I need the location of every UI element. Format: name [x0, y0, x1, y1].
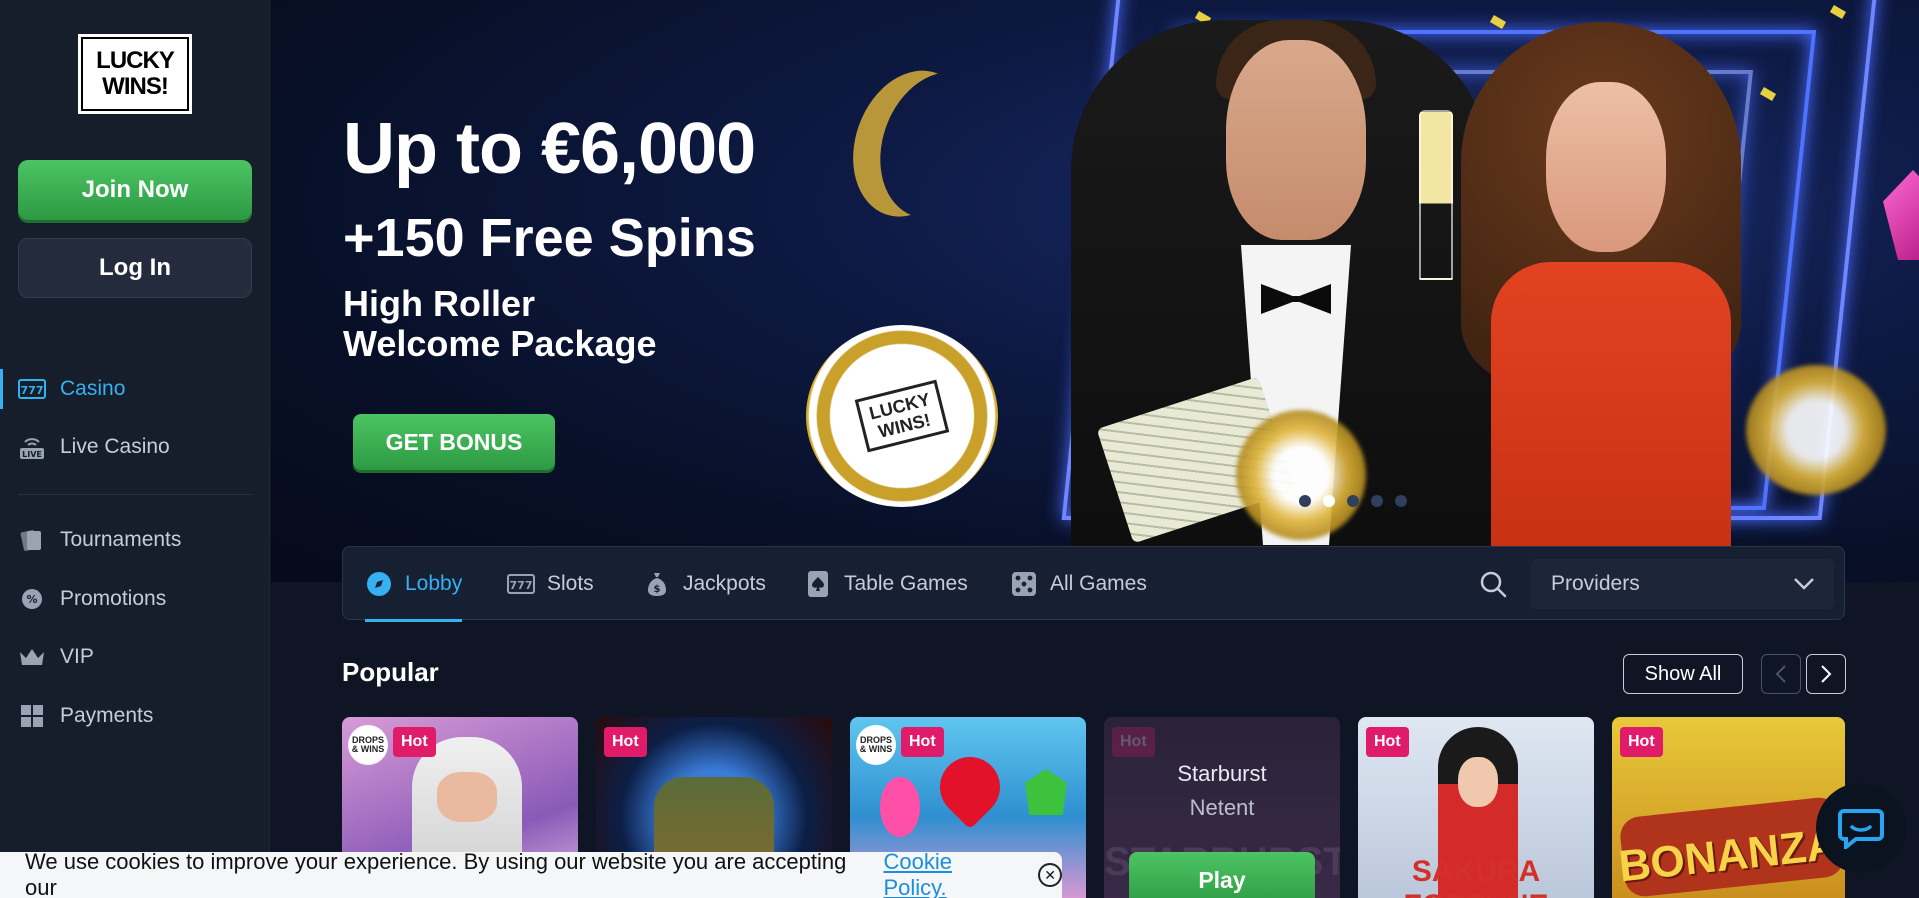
- section-title-popular: Popular: [342, 657, 439, 687]
- carousel-dot[interactable]: [1371, 495, 1383, 507]
- game-card[interactable]: BONANZA Hot: [1612, 717, 1845, 898]
- hero-banner[interactable]: LUCKY WINS! Up to €6,000 +150 Free Spins…: [271, 0, 1919, 582]
- carousel-dot[interactable]: [1395, 495, 1407, 507]
- tab-slots[interactable]: 777 Slots: [507, 547, 594, 621]
- chip-blur: [1236, 410, 1366, 540]
- champagne-glass: [1419, 110, 1453, 280]
- game-art: [927, 744, 1013, 830]
- sidebar-item-label: VIP: [60, 645, 94, 668]
- sidebar-item-label: Promotions: [60, 587, 167, 610]
- providers-dropdown[interactable]: Providers: [1531, 559, 1834, 609]
- search-button[interactable]: [1476, 567, 1510, 601]
- sidebar-item-label: Casino: [60, 377, 126, 400]
- sidebar-item-casino[interactable]: 777 Casino: [0, 363, 270, 415]
- carousel-dots: [1299, 495, 1407, 507]
- dice-icon: [1010, 571, 1038, 597]
- svg-text:777: 777: [510, 579, 533, 592]
- svg-text:777: 777: [21, 384, 44, 397]
- brand-logo[interactable]: LUCKY WINS!: [78, 34, 192, 114]
- sidebar-item-vip[interactable]: VIP: [0, 631, 270, 683]
- logo-line2: WINS!: [102, 73, 169, 100]
- chevron-left-icon: [1775, 665, 1786, 683]
- tab-all-games[interactable]: All Games: [1010, 547, 1147, 621]
- slot-777-icon: 777: [18, 377, 46, 401]
- play-button[interactable]: Play: [1129, 852, 1315, 898]
- hot-badge: Hot: [393, 727, 436, 757]
- game-card-starburst[interactable]: STARBURST Hot Starburst Netent Play: [1104, 717, 1340, 898]
- hero-title: Up to €6,000: [343, 109, 756, 189]
- log-in-button[interactable]: Log In: [18, 238, 252, 298]
- slot-777-icon: 777: [507, 571, 535, 597]
- sidebar-item-label: Tournaments: [60, 528, 182, 551]
- hero-description: High Roller Welcome Package: [343, 283, 657, 364]
- hot-badge: Hot: [1112, 727, 1155, 757]
- sidebar-item-label: Live Casino: [60, 435, 170, 458]
- sidebar-item-label: Payments: [60, 704, 154, 727]
- svg-text:$: $: [654, 584, 661, 595]
- hot-badge: Hot: [604, 727, 647, 757]
- sidebar-item-promotions[interactable]: % Promotions: [0, 573, 270, 625]
- money-bag-icon: $: [643, 571, 671, 597]
- category-tabs: Lobby 777 Slots $ Jackpots Table Games A…: [342, 546, 1845, 622]
- grid-icon: [18, 704, 46, 728]
- logo-line1: LUCKY: [96, 47, 175, 74]
- card-spade-icon: [804, 571, 832, 597]
- cookie-policy-link[interactable]: Cookie Policy.: [883, 849, 1020, 898]
- game-provider: Netent: [1189, 795, 1255, 820]
- carousel-prev-button[interactable]: [1761, 654, 1801, 694]
- close-icon[interactable]: ✕: [1038, 863, 1062, 887]
- carousel-dot-active[interactable]: [1323, 495, 1335, 507]
- compass-icon: [365, 571, 393, 597]
- cookie-banner: We use cookies to improve your experienc…: [0, 849, 1062, 898]
- hot-badge: Hot: [901, 727, 944, 757]
- carousel-dot[interactable]: [1299, 495, 1311, 507]
- moon-decoration: [861, 56, 1016, 235]
- svg-text:%: %: [26, 593, 37, 606]
- gear-badge-icon: %: [18, 587, 46, 611]
- svg-text:LIVE: LIVE: [22, 450, 42, 459]
- woman-figure: [1461, 22, 1821, 582]
- game-title: Starburst: [1177, 761, 1267, 786]
- hero-subtitle: +150 Free Spins: [343, 208, 756, 268]
- carousel-dot[interactable]: [1347, 495, 1359, 507]
- cards-icon: [18, 528, 46, 552]
- drops-wins-badge: DROPS & WINS: [348, 725, 388, 765]
- carousel-next-button[interactable]: [1806, 654, 1846, 694]
- hot-badge: Hot: [1620, 727, 1663, 757]
- live-icon: LIVE: [18, 435, 46, 459]
- drops-wins-badge: DROPS & WINS: [856, 725, 896, 765]
- chevron-down-icon: [1794, 578, 1814, 590]
- chip-blur: [1746, 365, 1886, 495]
- chat-bubble-icon: [1838, 809, 1884, 849]
- man-face: [1226, 40, 1366, 240]
- sidebar-item-tournaments[interactable]: Tournaments: [0, 514, 270, 566]
- chevron-right-icon: [1821, 665, 1832, 683]
- live-chat-button[interactable]: [1816, 783, 1906, 873]
- lucky-wins-chip: LUCKY WINS!: [806, 325, 998, 507]
- tab-jackpots[interactable]: $ Jackpots: [643, 547, 766, 621]
- tab-table-games[interactable]: Table Games: [804, 547, 968, 621]
- game-card[interactable]: SAKURA FORTUNE Hot: [1358, 717, 1594, 898]
- search-icon: [1480, 571, 1507, 598]
- sidebar-item-payments[interactable]: Payments: [0, 690, 270, 742]
- cookie-text: We use cookies to improve your experienc…: [25, 849, 847, 898]
- hot-badge: Hot: [1366, 727, 1409, 757]
- sidebar-item-live-casino[interactable]: LIVE Live Casino: [0, 421, 270, 473]
- sidebar-divider: [18, 494, 252, 495]
- get-bonus-button[interactable]: GET BONUS: [353, 414, 555, 470]
- gem-decoration: [1883, 170, 1919, 260]
- tab-lobby[interactable]: Lobby: [365, 547, 463, 622]
- show-all-button[interactable]: Show All: [1623, 654, 1743, 694]
- sidebar: LUCKY WINS! Join Now Log In 777 Casino L…: [0, 0, 270, 898]
- join-now-button[interactable]: Join Now: [18, 160, 252, 220]
- crown-icon: [18, 645, 46, 669]
